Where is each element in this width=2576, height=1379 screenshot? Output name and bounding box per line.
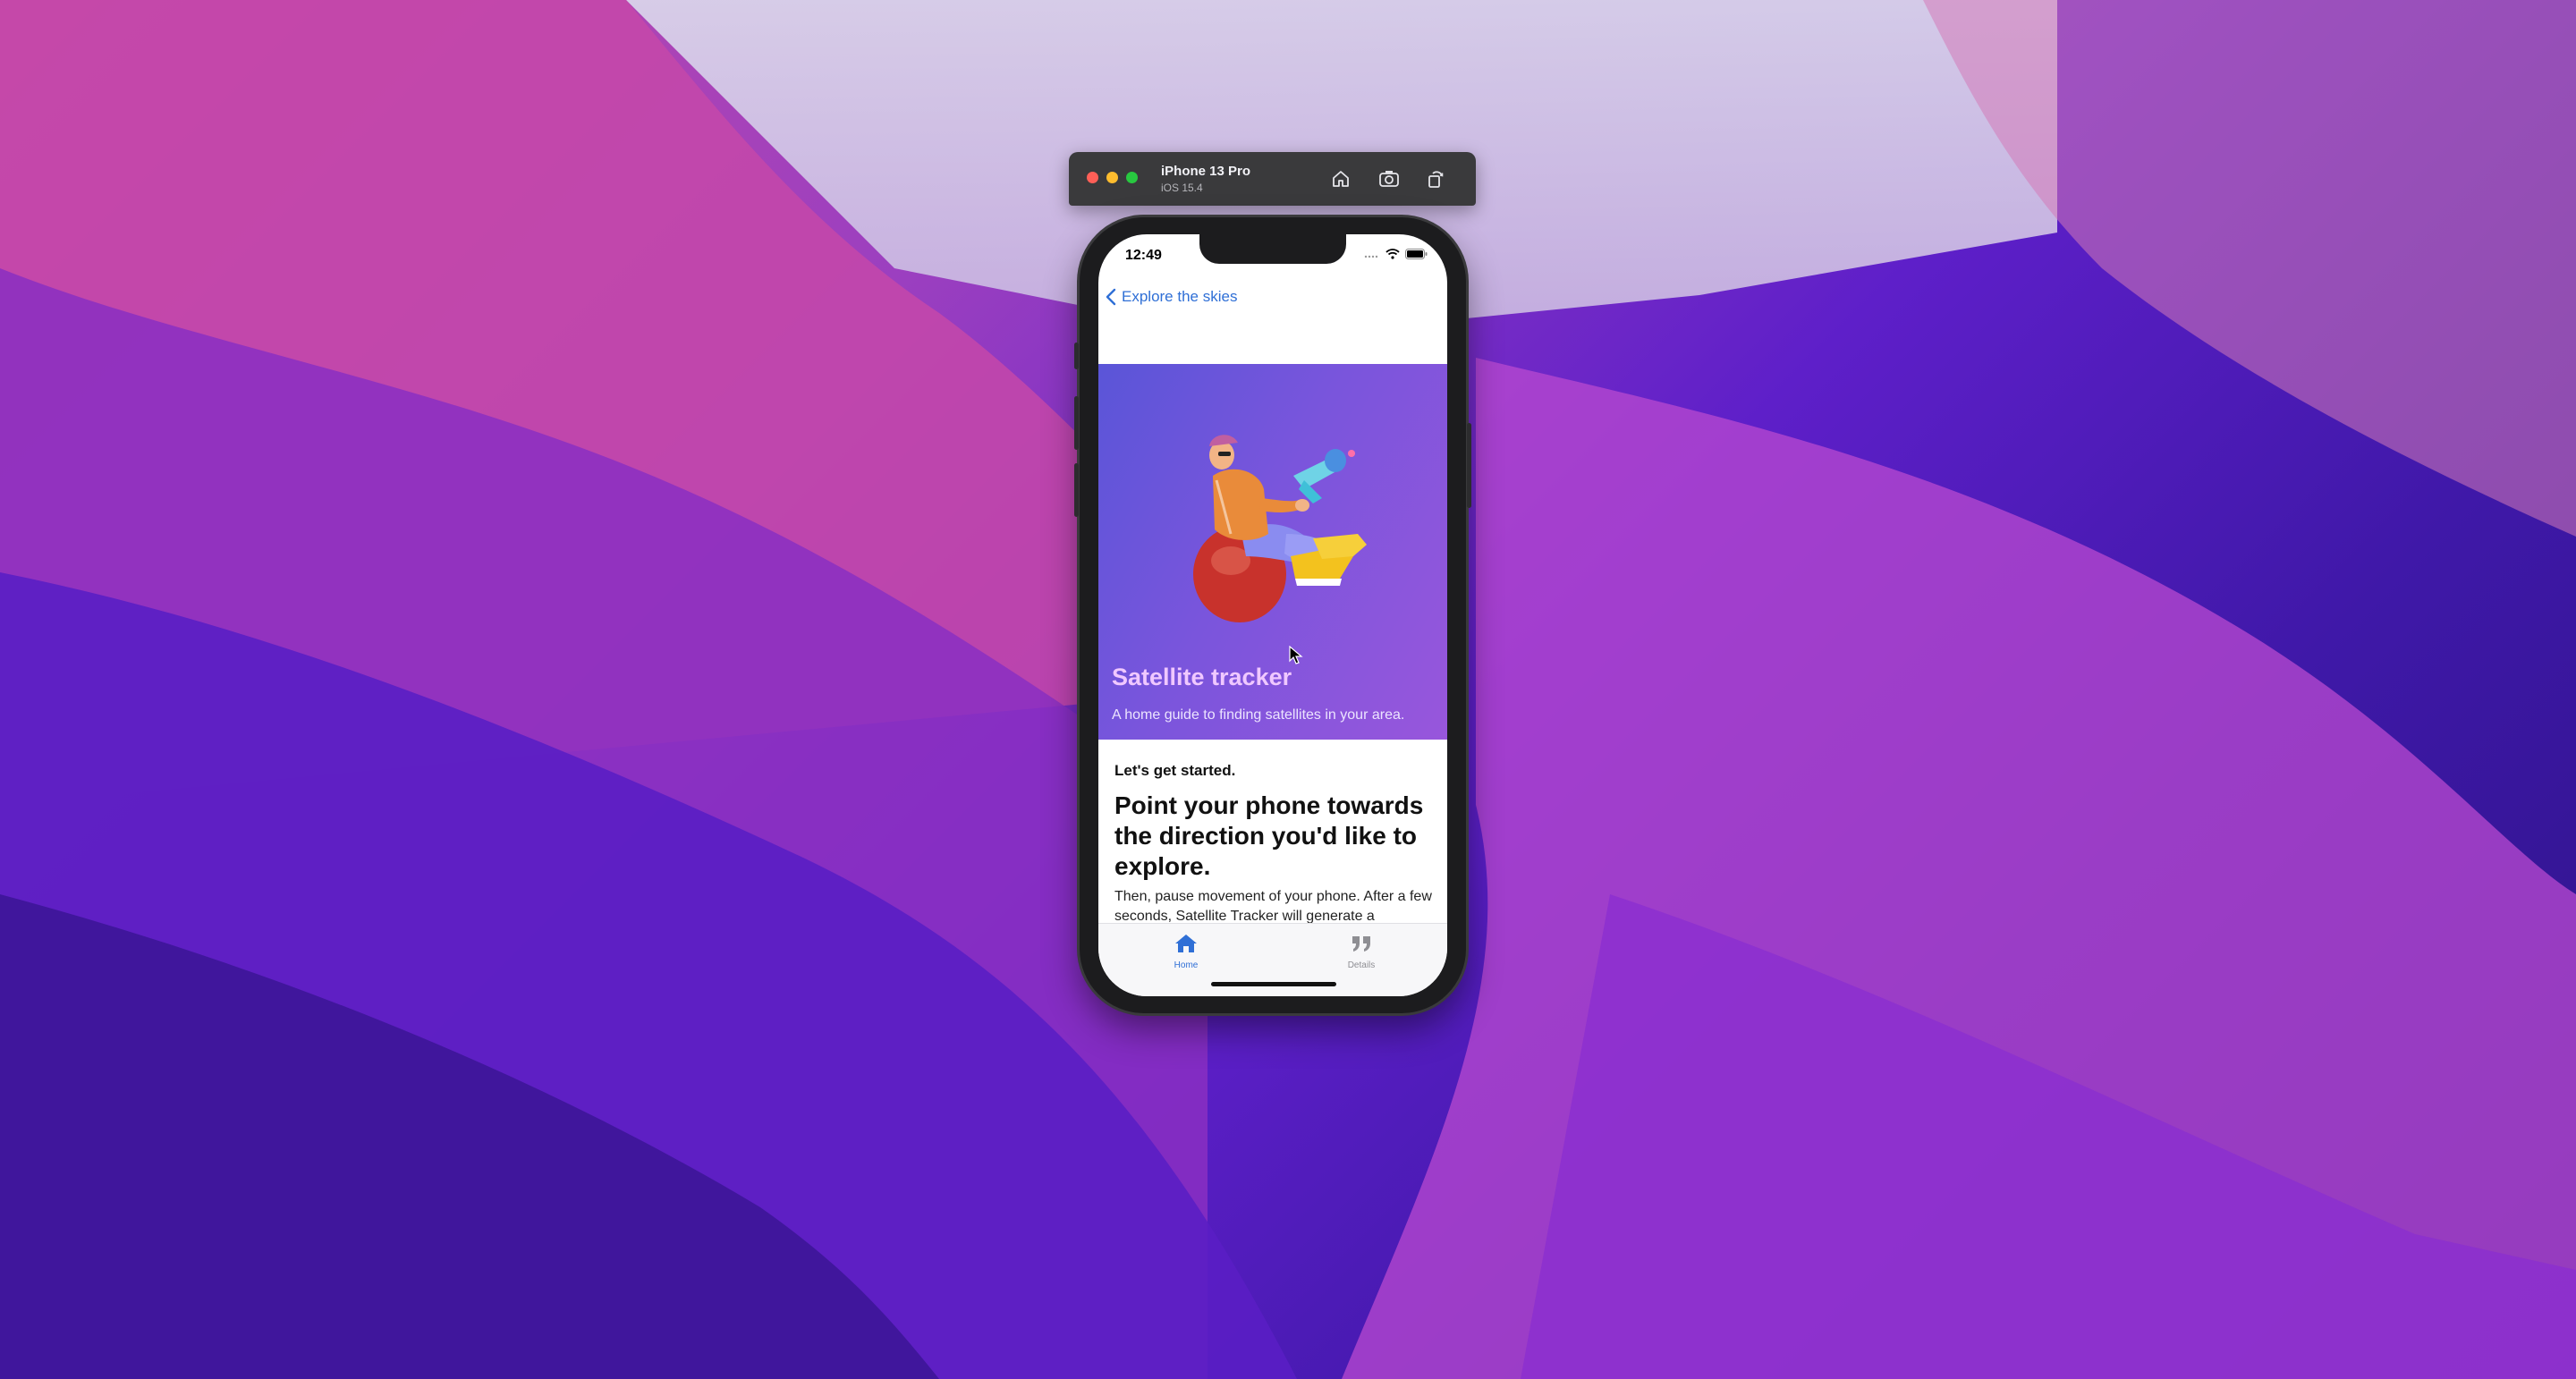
mute-switch [1074,343,1079,369]
rotate-icon [1428,171,1444,188]
tab-home[interactable]: Home [1150,933,1222,970]
phone-screen: 12:49 Explore the skies Satellite tracke… [1098,234,1447,996]
status-indicators [1364,249,1428,259]
mouse-cursor-icon [1289,646,1303,664]
quote-icon [1352,936,1370,952]
home-indicator[interactable] [1211,982,1336,986]
character-illustration [1193,435,1367,622]
screenshot-button[interactable] [1377,166,1402,191]
wifi-icon [1385,249,1400,259]
device-name: iPhone 13 Pro [1161,164,1251,179]
zoom-window-button[interactable] [1126,172,1138,183]
volume-up-button [1074,396,1079,450]
body-text: Then, pause movement of your phone. Afte… [1114,889,1432,924]
simulator-window-toolbar: iPhone 13 Pro iOS 15.4 [1069,152,1476,206]
back-button[interactable]: Explore the skies [1106,288,1237,306]
iphone-device-frame: 12:49 Explore the skies Satellite tracke… [1074,217,1471,1013]
cellular-icon [1364,255,1378,258]
os-version: iOS 15.4 [1161,182,1203,194]
hero-subtitle: A home guide to finding satellites in yo… [1112,707,1405,723]
status-time: 12:49 [1125,248,1162,263]
intro-text: Let's get started. [1114,762,1236,779]
screenshot-icon [1379,171,1399,187]
rotate-button[interactable] [1423,166,1448,191]
tab-details-label: Details [1347,960,1376,970]
house-icon [1175,935,1197,952]
hero-banner: Satellite tracker A home guide to findin… [1098,364,1447,740]
close-window-button[interactable] [1087,172,1098,183]
home-icon [1333,171,1349,187]
battery-icon [1405,249,1428,259]
minimize-window-button[interactable] [1106,172,1118,183]
notch [1199,234,1346,264]
power-button [1467,423,1471,508]
hero-title: Satellite tracker [1112,664,1292,690]
chevron-left-icon [1106,288,1116,306]
volume-down-button [1074,463,1079,517]
tab-details[interactable]: Details [1326,933,1397,970]
headline: Point your phone towards the direction y… [1114,791,1424,880]
tab-home-label: Home [1174,960,1199,970]
back-button-label: Explore the skies [1122,288,1238,305]
home-button[interactable] [1328,166,1353,191]
onboarding-content: Let's get started. Point your phone towa… [1114,753,1436,926]
